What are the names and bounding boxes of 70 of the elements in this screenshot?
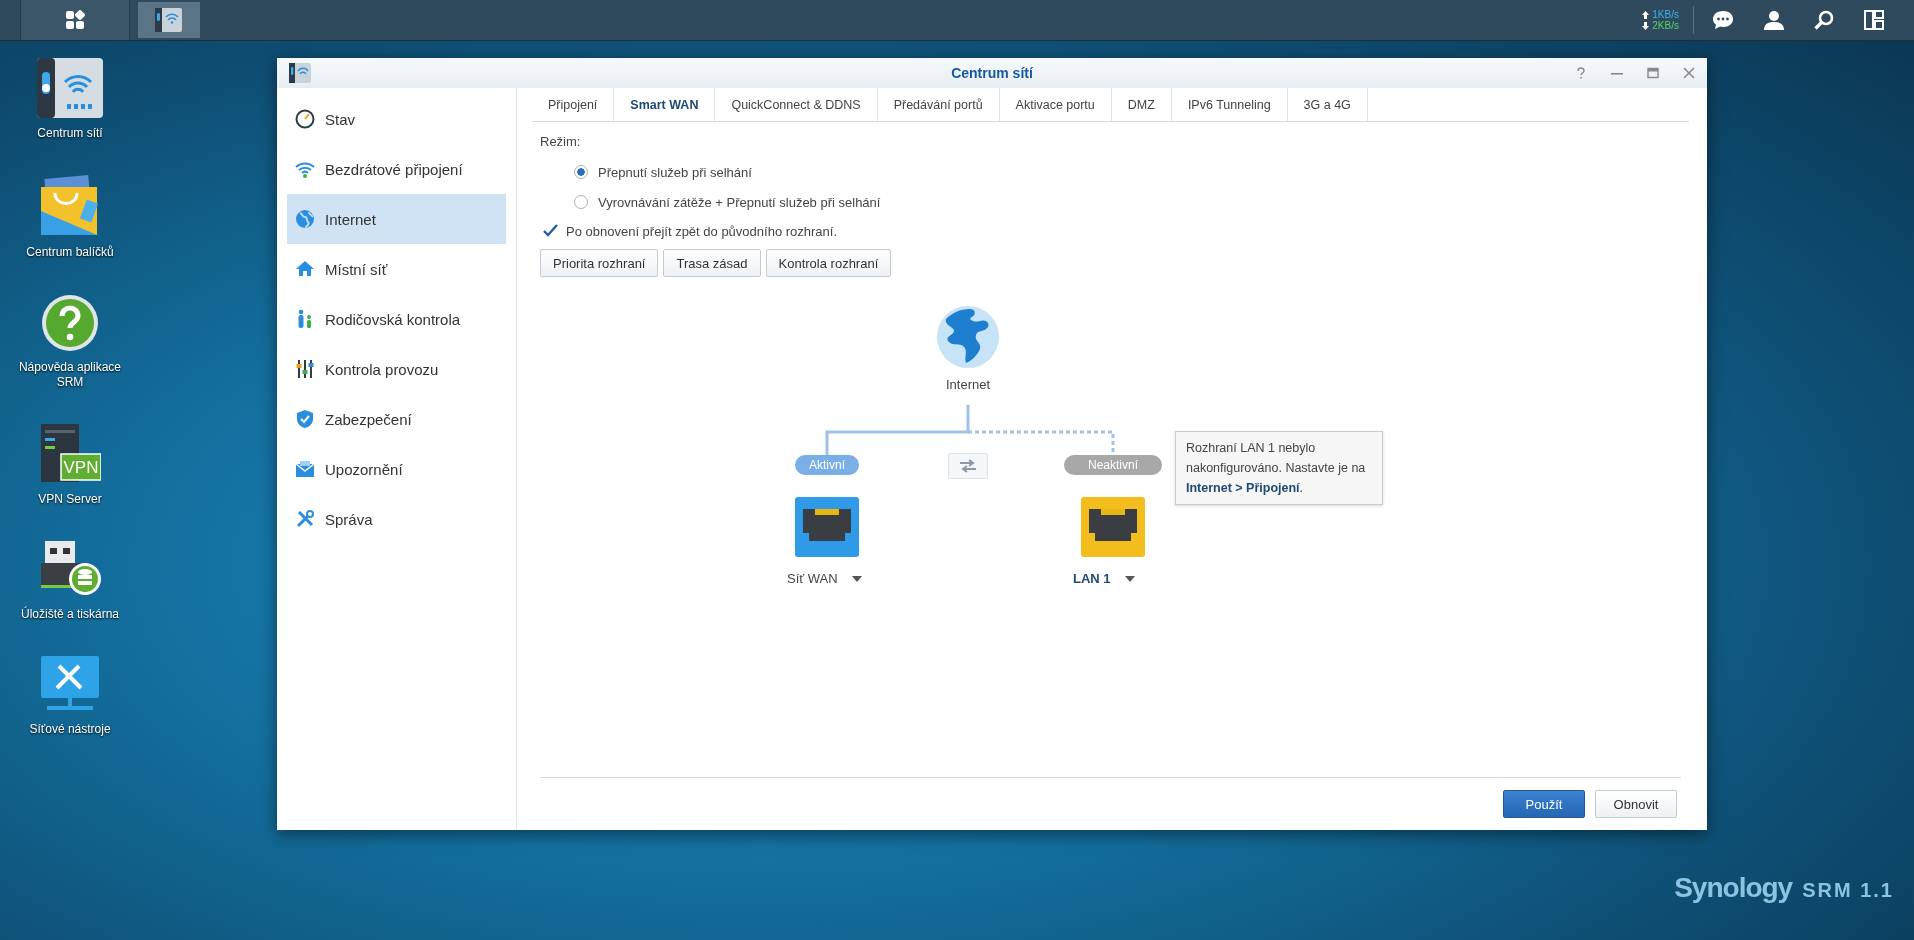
desktop-icon-label[interactable]: Centrum sítí <box>10 126 130 141</box>
desktop-icon-label[interactable]: Úložiště a tiskárna <box>10 607 130 622</box>
wifi-icon <box>295 160 315 178</box>
swap-button[interactable] <box>948 453 988 479</box>
footer-button[interactable]: Použít <box>1503 790 1585 818</box>
upload-speed: 1KB/s <box>1652 9 1679 20</box>
tooltip: Rozhraní LAN 1 nebylo nakonfigurováno. Nastavte je na Internet > Připojení. <box>1175 431 1383 505</box>
desktop-icon-label[interactable]: VPN Server <box>10 492 130 507</box>
sidebar-item[interactable]: Stav <box>287 94 506 144</box>
notification-icon <box>295 460 315 478</box>
vpn-label: VPN <box>63 458 99 477</box>
sidebar-item[interactable]: Místní síť <box>287 244 506 294</box>
desktop-icon-label[interactable]: Síťové nástroje <box>10 722 130 737</box>
house-icon <box>295 259 315 279</box>
shield-icon <box>295 409 315 429</box>
interface-name[interactable]: LAN 1 <box>1073 571 1111 586</box>
radio-button[interactable] <box>574 195 588 209</box>
swap-icon <box>958 459 978 473</box>
sliders-icon <box>295 359 315 379</box>
download-arrow-icon <box>1642 21 1650 30</box>
user-icon[interactable] <box>1764 10 1784 30</box>
radio-label[interactable]: Přepnutí služeb při selhání <box>598 164 752 180</box>
sidebar-item[interactable]: Správa <box>287 494 506 544</box>
search-icon[interactable] <box>1814 10 1834 30</box>
internet-label: Internet <box>944 377 992 392</box>
caret-icon[interactable] <box>851 575 862 582</box>
sidebar-item[interactable]: Bezdrátové připojení <box>287 144 506 194</box>
close-icon[interactable] <box>1683 67 1695 79</box>
radio-button[interactable] <box>574 165 588 179</box>
chat-icon[interactable] <box>1712 10 1734 30</box>
router-icon <box>289 63 311 83</box>
desktop-icon-label[interactable]: Nápověda aplikace SRM <box>10 360 130 390</box>
window-title: Centrum sítí <box>951 65 1033 81</box>
section-button[interactable]: Kontrola rozhraní <box>765 249 892 277</box>
widgets-icon[interactable] <box>1864 10 1884 30</box>
sidebar-item[interactable]: Upozornění <box>287 444 506 494</box>
sidebar-item[interactable]: Kontrola provozu <box>287 344 506 394</box>
product-version: SRM 1.1 <box>1802 879 1894 902</box>
globe-icon <box>936 305 1000 369</box>
maximize-icon[interactable] <box>1647 67 1659 79</box>
desktop-icon-label[interactable]: Centrum balíčků <box>10 245 130 260</box>
status-badge: Neaktivní <box>1064 455 1162 475</box>
main-menu-button[interactable] <box>20 0 130 40</box>
help-icon[interactable] <box>41 294 99 352</box>
section-button[interactable]: Priorita rozhraní <box>540 249 659 277</box>
ethernet-port-icon <box>1081 497 1145 557</box>
router-icon <box>155 7 183 33</box>
sidebar-item[interactable]: Internet <box>287 194 506 244</box>
radio-label[interactable]: Vyrovnávání zátěže + Přepnutí služeb při selhání <box>598 194 881 210</box>
download-speed: 2KB/s <box>1652 20 1679 31</box>
taskbar-app-button[interactable] <box>138 2 200 38</box>
help-icon[interactable] <box>1575 67 1587 79</box>
brand-logo: Synology <box>1674 872 1793 904</box>
sidebar-item[interactable]: Rodičovská kontrola <box>287 294 506 344</box>
interface-name[interactable]: Síť WAN <box>787 571 838 586</box>
footer-button[interactable]: Obnovit <box>1595 790 1677 818</box>
status-badge: Aktivní <box>795 455 859 475</box>
upload-arrow-icon <box>1642 10 1650 19</box>
sidebar-item[interactable]: Zabezpečení <box>287 394 506 444</box>
checkbox-label[interactable]: Po obnovení přejít zpět do původního rozhraní. <box>566 223 838 239</box>
caret-icon[interactable] <box>1124 575 1135 582</box>
gauge-icon <box>295 109 315 129</box>
section-button[interactable]: Trasa zásad <box>663 249 761 277</box>
checkbox[interactable] <box>542 223 558 239</box>
router-icon[interactable] <box>37 58 103 118</box>
grid-icon <box>65 10 85 30</box>
mode-label: Režim: <box>540 134 582 149</box>
globe-icon <box>295 209 315 229</box>
ethernet-port-icon <box>795 497 859 557</box>
shopping-bag-icon[interactable] <box>39 175 101 237</box>
